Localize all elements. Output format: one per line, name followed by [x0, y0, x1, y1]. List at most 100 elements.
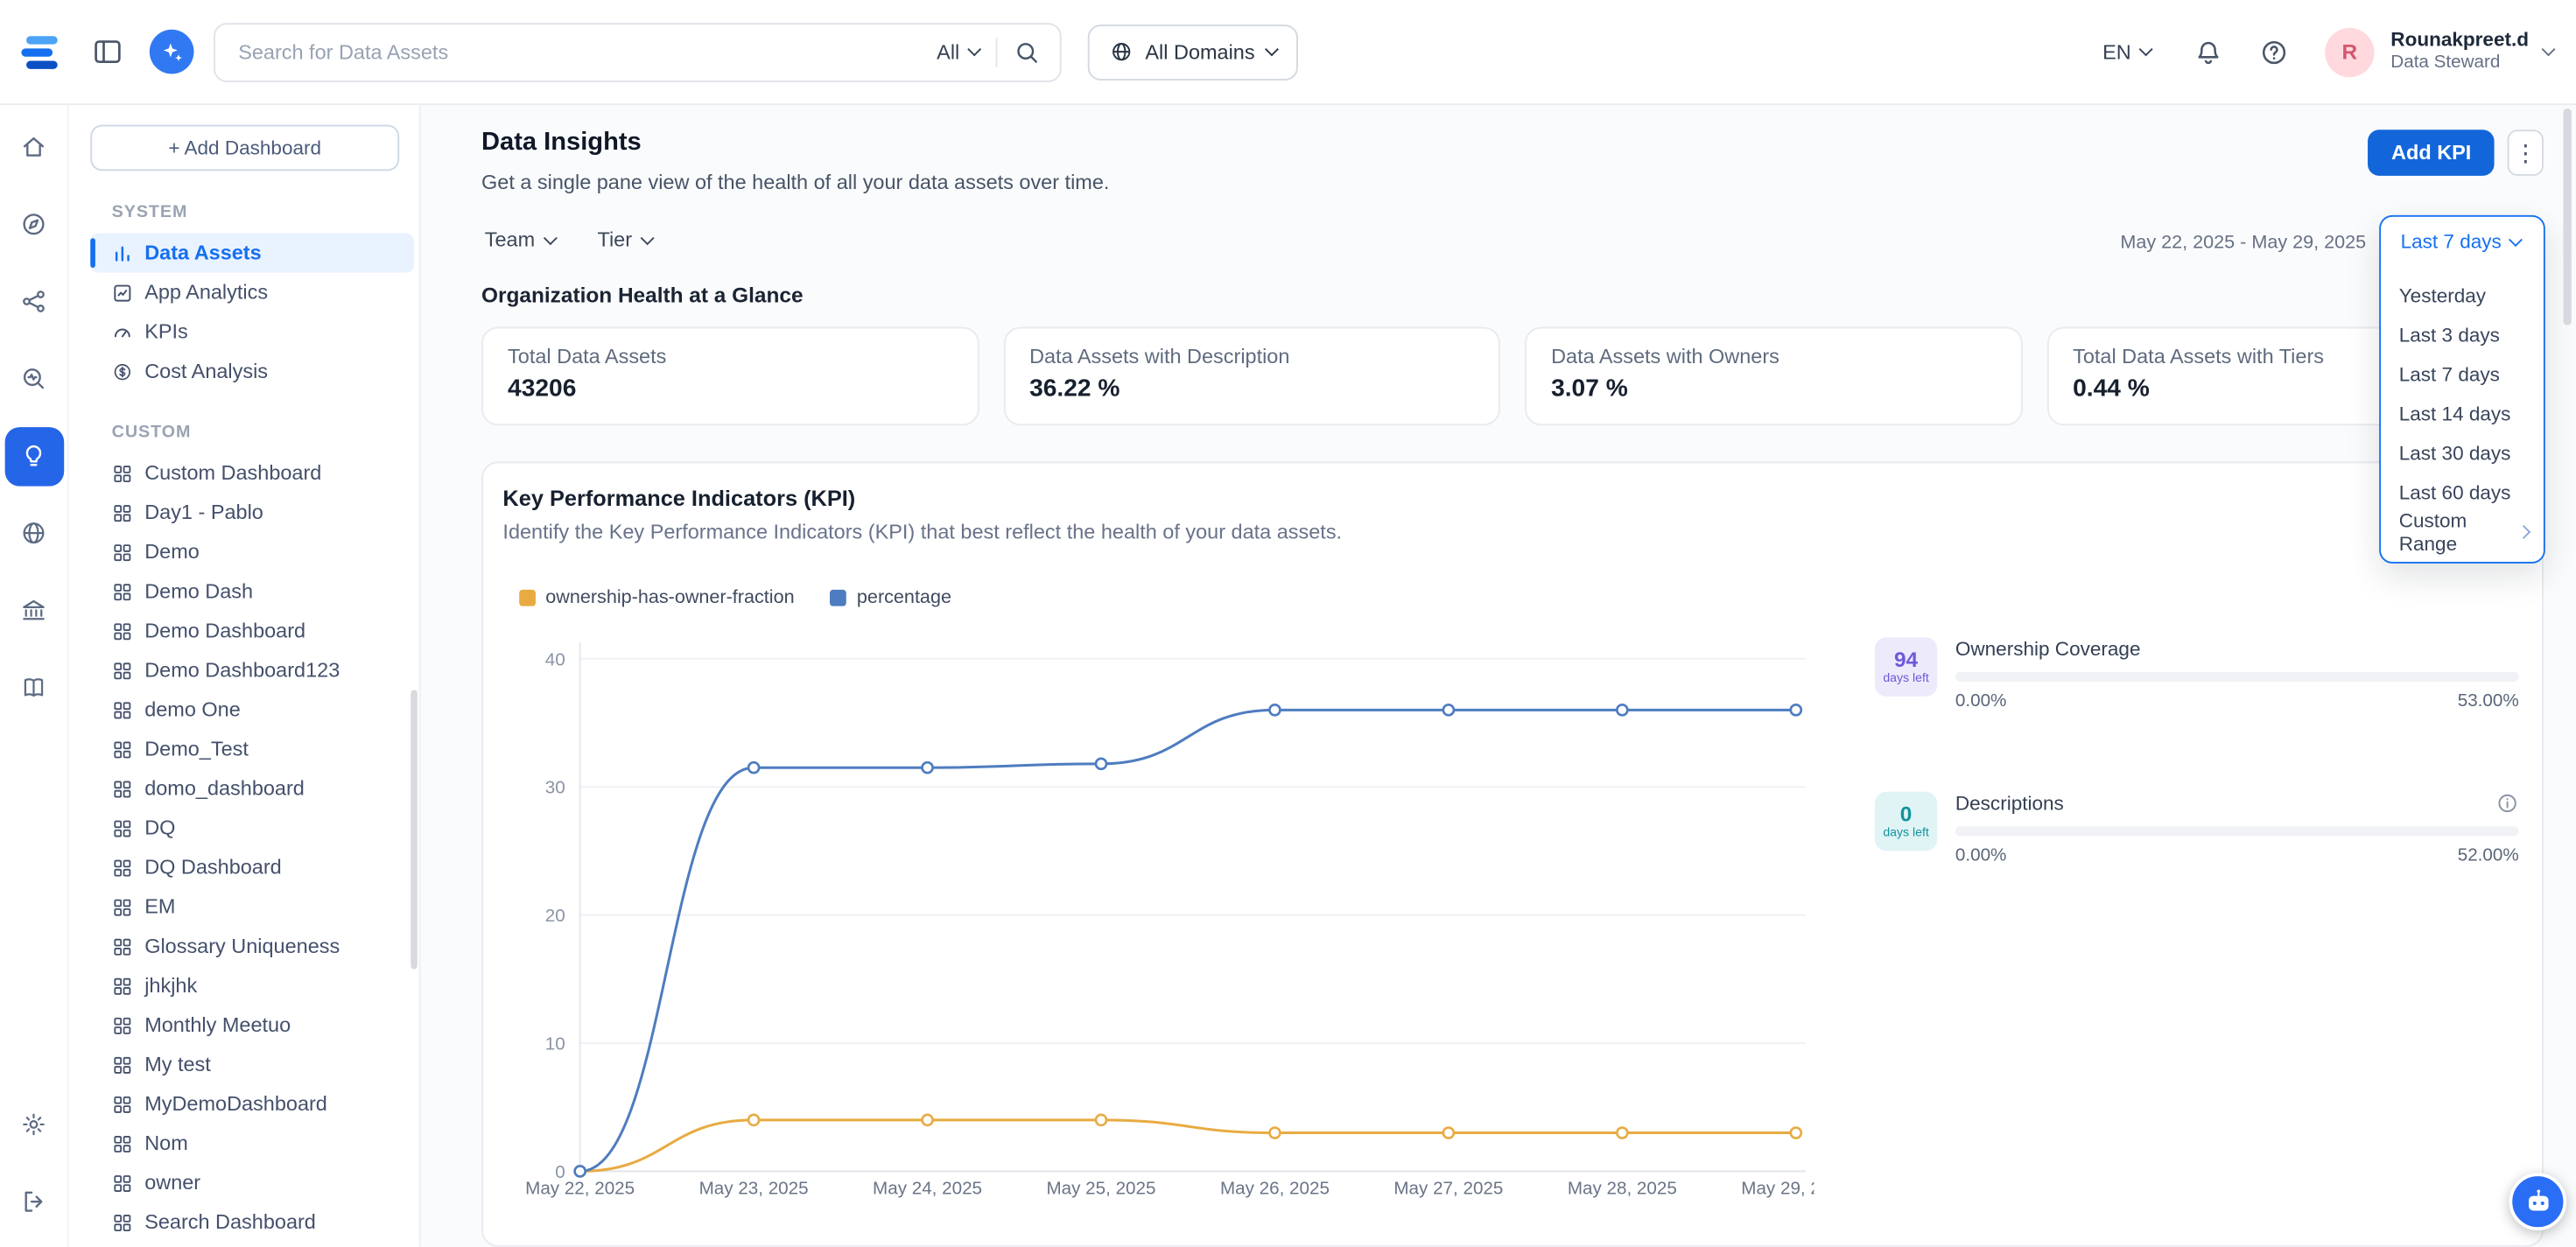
- legend-swatch: [519, 590, 536, 606]
- kpi-progress-label: Descriptions: [1955, 792, 2064, 815]
- dashboard-grid-icon: [112, 1054, 133, 1075]
- sidebar-item-glossary-uniqueness[interactable]: Glossary Uniqueness: [90, 927, 414, 966]
- search-scope-select[interactable]: All: [937, 40, 979, 63]
- header-actions: Add KPI ⋮: [2369, 130, 2544, 176]
- page-subtitle: Get a single pane view of the health of …: [481, 171, 1109, 193]
- sidebar-item-mydemodashboard[interactable]: MyDemoDashboard: [90, 1084, 414, 1124]
- app-root: All All Domains EN: [0, 0, 2576, 1247]
- sidebar-item-demo-test[interactable]: Demo_Test: [90, 729, 414, 768]
- days-left-value: 94: [1894, 648, 1918, 672]
- sidebar-item-demo[interactable]: Demo: [90, 532, 414, 571]
- range-option-yesterday[interactable]: Yesterday: [2381, 276, 2544, 315]
- rail-explore-button[interactable]: [4, 194, 64, 254]
- range-option-last-3-days[interactable]: Last 3 days: [2381, 315, 2544, 354]
- sidebar-item-monthly-meetuo[interactable]: Monthly Meetuo: [90, 1005, 414, 1045]
- sidebar-collapse-button[interactable]: [92, 36, 123, 67]
- rail-govern-button[interactable]: [4, 581, 64, 641]
- sidebar-item-jhkjhk[interactable]: jhkjhk: [90, 966, 414, 1005]
- user-menu[interactable]: Rounakpreet.d Data Steward: [2390, 30, 2529, 74]
- user-avatar[interactable]: R: [2325, 27, 2374, 76]
- rail-lineage-button[interactable]: [4, 272, 64, 332]
- range-option-last-14-days[interactable]: Last 14 days: [2381, 395, 2544, 434]
- sidebar-item-dq[interactable]: DQ: [90, 809, 414, 848]
- rail-glossary-button[interactable]: [4, 658, 64, 718]
- sidebar-item-owner[interactable]: owner: [90, 1163, 414, 1202]
- sidebar-item-app-analytics[interactable]: App Analytics: [90, 273, 414, 312]
- sidebar-scrollbar[interactable]: [411, 690, 418, 969]
- rail-insights-button[interactable]: [4, 426, 64, 486]
- rail-logout-button[interactable]: [4, 1172, 64, 1231]
- sidebar-item-dq-dashboard[interactable]: DQ Dashboard: [90, 848, 414, 887]
- chevron-down-icon[interactable]: [2542, 42, 2556, 56]
- sidebar-item-kpis[interactable]: KPIs: [90, 312, 414, 352]
- sidebar-item-my-test[interactable]: My test: [90, 1045, 414, 1084]
- sidebar-item-custom-dashboard[interactable]: Custom Dashboard: [90, 453, 414, 493]
- range-option-last-30-days[interactable]: Last 30 days: [2381, 434, 2544, 473]
- sidebar-item-nom[interactable]: Nom: [90, 1124, 414, 1163]
- glance-title: Organization Health at a Glance: [481, 283, 804, 307]
- chevron-down-icon: [640, 230, 654, 244]
- range-option-last-7-days[interactable]: Last 7 days: [2381, 354, 2544, 394]
- domains-select[interactable]: All Domains: [1088, 24, 1298, 80]
- rail-observability-button[interactable]: [4, 349, 64, 409]
- rail-domains-button[interactable]: [4, 503, 64, 563]
- search-icon[interactable]: [1014, 39, 1040, 65]
- sidebar-item-demo-dashboard123[interactable]: Demo Dashboard123: [90, 650, 414, 690]
- home-icon: [20, 133, 48, 161]
- panel-left-icon: [92, 36, 123, 67]
- glance-cards: Total Data Assets43206Data Assets with D…: [481, 327, 2544, 426]
- app-logo[interactable]: [17, 29, 63, 75]
- globe-icon: [20, 519, 48, 547]
- chevron-down-icon: [1264, 42, 1278, 56]
- kpi-section: Key Performance Indicators (KPI) Identif…: [481, 461, 2544, 1246]
- sidebar-item-label: Search Dashboard: [144, 1210, 316, 1233]
- info-icon[interactable]: [2495, 792, 2518, 815]
- kebab-menu-button[interactable]: ⋮: [2508, 130, 2544, 176]
- page-scrollbar[interactable]: [2563, 109, 2571, 326]
- legend-item-ownership-has-owner-fraction[interactable]: ownership-has-owner-fraction: [519, 588, 794, 608]
- search-input[interactable]: [215, 40, 937, 63]
- language-select[interactable]: EN: [2102, 40, 2151, 63]
- sidebar-item-day1-pablo[interactable]: Day1 - Pablo: [90, 493, 414, 532]
- sidebar-item-label: MyDemoDashboard: [144, 1092, 327, 1115]
- sidebar-item-demo-dashboard[interactable]: Demo Dashboard: [90, 611, 414, 650]
- sidebar-item-label: Glossary Uniqueness: [144, 935, 340, 957]
- divider: [996, 37, 998, 67]
- range-selector-button[interactable]: Last 7 days: [2381, 217, 2544, 263]
- sidebar-item-cost-analysis[interactable]: Cost Analysis: [90, 352, 414, 391]
- rail-home-button[interactable]: [4, 117, 64, 177]
- range-option-last-60-days[interactable]: Last 60 days: [2381, 473, 2544, 513]
- svg-text:May 27, 2025: May 27, 2025: [1393, 1179, 1503, 1199]
- rail-settings-button[interactable]: [4, 1095, 64, 1154]
- sidebar-item-domo-dashboard[interactable]: domo_dashboard: [90, 769, 414, 809]
- help-button[interactable]: [2259, 37, 2289, 67]
- legend-item-percentage[interactable]: percentage: [831, 588, 951, 608]
- dashboard-grid-icon: [112, 975, 133, 996]
- dashboard-grid-icon: [112, 462, 133, 483]
- cost-icon: [112, 361, 133, 382]
- logout-icon: [20, 1187, 48, 1215]
- tier-filter[interactable]: Tier: [598, 228, 652, 251]
- sidebar-item-demo-dash[interactable]: Demo Dash: [90, 571, 414, 611]
- chat-assistant-button[interactable]: [2509, 1173, 2566, 1230]
- add-dashboard-button[interactable]: + Add Dashboard: [90, 125, 399, 172]
- date-range-label: May 22, 2025 - May 29, 2025: [2120, 234, 2366, 254]
- sidebar-item-search-dashboard[interactable]: Search Dashboard: [90, 1202, 414, 1242]
- icon-rail: [0, 105, 69, 1247]
- search-scope-value: All: [937, 40, 959, 63]
- sidebar-item-label: Custom Dashboard: [144, 461, 321, 484]
- rail-bottom: [4, 1086, 64, 1247]
- sidebar-item-label: Day1 - Pablo: [144, 501, 263, 524]
- sidebar-item-label: Demo: [144, 541, 200, 564]
- kpi-progress-label: Ownership Coverage: [1955, 637, 2141, 660]
- add-kpi-button[interactable]: Add KPI: [2369, 130, 2495, 176]
- sidebar-item-em[interactable]: EM: [90, 887, 414, 927]
- ai-sparkle-button[interactable]: [150, 30, 194, 74]
- range-option-custom-range[interactable]: Custom Range: [2381, 513, 2544, 552]
- sidebar-system-list: Data AssetsApp AnalyticsKPIsCost Analysi…: [69, 234, 419, 391]
- sidebar-item-data-assets[interactable]: Data Assets: [90, 234, 414, 273]
- notifications-button[interactable]: [2193, 37, 2223, 67]
- days-left-badge: 94 days left: [1875, 637, 1937, 697]
- sidebar-item-demo-one[interactable]: demo One: [90, 690, 414, 729]
- team-filter[interactable]: Team: [485, 228, 555, 251]
